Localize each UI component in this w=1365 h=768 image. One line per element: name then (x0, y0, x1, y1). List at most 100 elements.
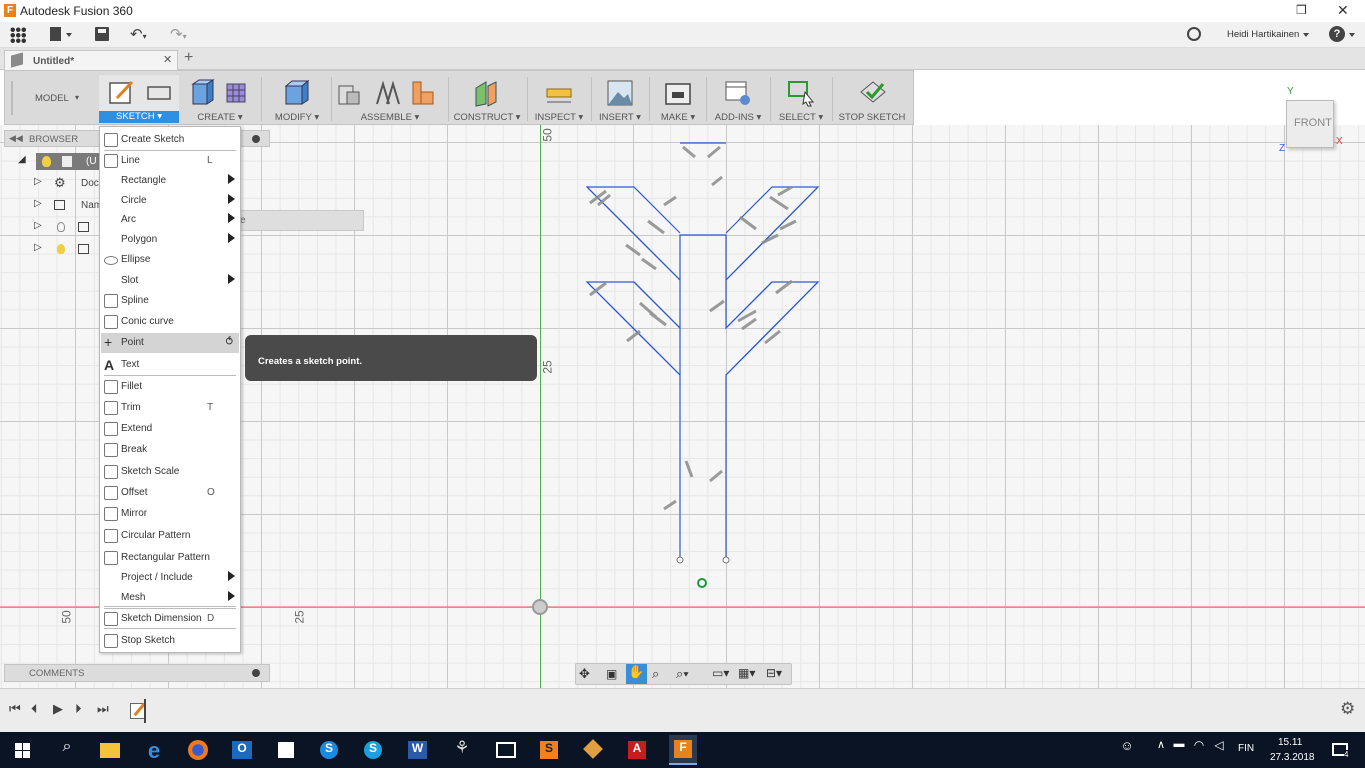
go-to-start-icon[interactable]: ⏮ (9, 701, 21, 717)
assemble-group[interactable]: ASSEMBLE ▾ (335, 75, 445, 123)
browser-pin-icon[interactable] (252, 135, 260, 143)
user-menu-chevron-icon[interactable] (1303, 33, 1309, 37)
skype-business-icon[interactable]: S (317, 738, 343, 762)
zoom-icon[interactable]: ⌕▾ (676, 666, 689, 682)
expand-root-icon[interactable]: ◢ (18, 154, 26, 165)
edge-browser-icon[interactable]: e (141, 738, 167, 763)
menu-item-mesh[interactable]: Mesh (101, 588, 239, 608)
menu-item-rectangular-pattern[interactable]: Rectangular Pattern (101, 548, 239, 568)
firefox-icon[interactable] (185, 738, 211, 762)
menu-item-stop-sketch[interactable]: Stop Sketch (101, 631, 239, 651)
people-icon[interactable]: ☺ (1114, 738, 1140, 762)
menu-item-sketch-scale[interactable]: Sketch Scale (101, 462, 239, 482)
timeline-settings-gear-icon[interactable]: ⚙ (1340, 699, 1355, 719)
step-forward-icon[interactable]: ⏵ (75, 701, 82, 717)
clock-date[interactable]: 27.3.2018 (1270, 752, 1315, 763)
expand-icon[interactable]: ▷ (34, 242, 42, 253)
close-tab-icon[interactable]: ✕ (163, 53, 172, 66)
hidden-edit-field[interactable]: e (236, 210, 364, 231)
clock-time[interactable]: 15.11 (1278, 737, 1302, 748)
redo-button[interactable]: ↷▾ (170, 25, 187, 43)
menu-item-arc[interactable]: Arc (101, 210, 239, 230)
save-button[interactable] (95, 27, 109, 41)
menu-item-text[interactable]: A Text (101, 355, 239, 375)
sticky-notes-icon[interactable] (273, 738, 299, 762)
git-icon[interactable] (581, 738, 607, 762)
menu-item-point[interactable]: + Point ⥀ (101, 333, 239, 353)
acrobat-icon[interactable]: A (625, 738, 651, 762)
pan-icon[interactable]: ✋ (626, 664, 647, 684)
menu-item-extend[interactable]: Extend (101, 419, 239, 439)
menu-item-conic-curve[interactable]: Conic curve (101, 312, 239, 332)
orbit-icon[interactable]: ✥ (579, 666, 590, 682)
start-button[interactable] (12, 738, 38, 762)
menu-item-ellipse[interactable]: Ellipse (101, 250, 239, 270)
comments-pin-icon[interactable] (252, 669, 260, 677)
new-tab-button[interactable]: + (184, 49, 193, 67)
light-bulb-off-icon[interactable] (57, 222, 65, 232)
play-icon[interactable]: ▶ (53, 701, 63, 717)
input-language[interactable]: FIN (1238, 743, 1254, 754)
light-bulb-on-icon[interactable] (57, 244, 65, 254)
visibility-bulb-icon[interactable] (42, 156, 51, 167)
tree-row-named-views[interactable]: ▷ Nam (34, 197, 102, 215)
word-icon[interactable]: W (405, 738, 431, 762)
view-cube[interactable]: FRONT (1286, 100, 1334, 148)
tree-row-document-settings[interactable]: ▷ ⚙ Doc (34, 175, 100, 193)
viewports-icon[interactable]: ⊟▾ (766, 666, 782, 680)
sublime-text-icon[interactable]: S (537, 738, 563, 762)
expand-icon[interactable]: ▷ (34, 198, 42, 209)
make-group[interactable]: MAKE ▾ (653, 75, 703, 123)
file-explorer-icon[interactable] (97, 738, 123, 762)
create-group[interactable]: CREATE ▾ (185, 75, 255, 123)
menu-item-offset[interactable]: Offset O (101, 483, 239, 503)
outlook-icon[interactable]: O (229, 738, 255, 762)
insert-group[interactable]: INSERT ▾ (595, 75, 645, 123)
sketch-group[interactable]: SKETCH ▾ (99, 75, 179, 123)
help-chevron-icon[interactable] (1349, 33, 1355, 37)
construct-group[interactable]: CONSTRUCT ▾ (452, 75, 522, 123)
menu-item-circular-pattern[interactable]: Circular Pattern (101, 526, 239, 546)
skype-icon[interactable]: S (361, 738, 387, 762)
comments-panel[interactable]: COMMENTS (4, 664, 270, 682)
paint-3d-icon[interactable]: ⚘ (449, 738, 475, 762)
timeline-marker[interactable] (144, 699, 150, 723)
menu-item-sketch-dimension[interactable]: Sketch Dimension D (101, 609, 239, 629)
zoom-window-icon[interactable]: ⌕ (652, 666, 659, 682)
select-group[interactable]: SELECT ▾ (773, 75, 829, 123)
inspect-group[interactable]: INSPECT ▾ (531, 75, 587, 123)
menu-item-circle[interactable]: Circle (101, 191, 239, 211)
tree-row-origin[interactable]: ▷ (34, 219, 100, 237)
display-settings-icon[interactable]: ▭▾ (712, 666, 729, 680)
step-back-icon[interactable]: ⏴ (31, 701, 38, 717)
expand-icon[interactable]: ▷ (34, 220, 42, 231)
stop-sketch-group[interactable]: STOP SKETCH (835, 75, 909, 123)
modify-group[interactable]: MODIFY ▾ (267, 75, 327, 123)
add-ins-group[interactable]: ADD-INS ▾ (709, 75, 767, 123)
photos-icon[interactable] (493, 738, 519, 762)
menu-item-polygon[interactable]: Polygon (101, 230, 239, 250)
collapse-browser-icon[interactable]: ◀◀ (9, 133, 23, 144)
help-button[interactable]: ? (1329, 26, 1345, 42)
document-tab[interactable]: Untitled* ✕ (4, 50, 178, 70)
fusion-360-taskbar-icon[interactable]: F (669, 735, 697, 765)
close-window-button[interactable]: ✕ (1337, 2, 1349, 19)
file-menu-button[interactable] (50, 26, 74, 44)
menu-item-project-include[interactable]: Project / Include (101, 568, 239, 588)
tree-row-sketches[interactable]: ▷ (34, 241, 100, 259)
job-status-clock-icon[interactable] (1187, 27, 1201, 41)
action-center-icon[interactable]: 4 (1328, 738, 1354, 762)
workspace-switcher[interactable]: MODEL ▾ (11, 81, 97, 115)
menu-item-rectangle[interactable]: Rectangle (101, 171, 239, 191)
go-to-end-icon[interactable]: ⏭ (97, 701, 109, 717)
grid-settings-icon[interactable]: ▦▾ (738, 666, 755, 680)
menu-item-spline[interactable]: Spline (101, 291, 239, 311)
menu-item-fillet[interactable]: Fillet (101, 377, 239, 397)
search-button[interactable]: ⌕ (54, 738, 80, 762)
user-name[interactable]: Heidi Hartikainen (1227, 29, 1299, 40)
undo-button[interactable]: ↶▾ (130, 25, 147, 43)
volume-icon[interactable]: ◁ (1206, 738, 1232, 762)
menu-item-line[interactable]: Line L (101, 151, 239, 171)
menu-item-mirror[interactable]: Mirror (101, 504, 239, 524)
menu-item-create-sketch[interactable]: Create Sketch (101, 130, 239, 150)
